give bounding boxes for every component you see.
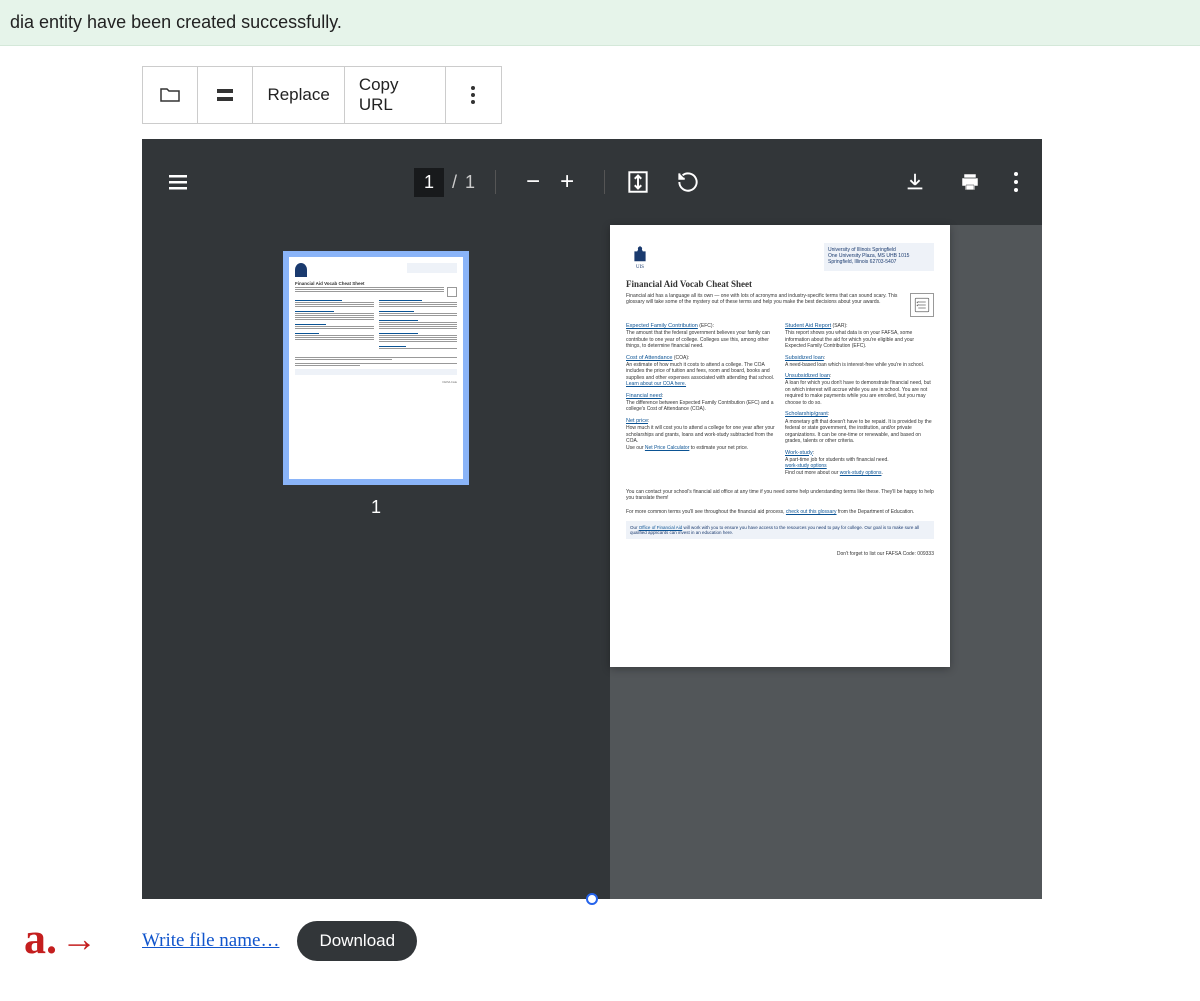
resize-handle[interactable]	[586, 893, 598, 905]
rotate-button[interactable]	[675, 169, 701, 195]
file-name-input[interactable]: Write file name…	[142, 930, 279, 952]
doc-fafsa-code: Don't forget to list our FAFSA Code: 009…	[626, 551, 934, 557]
more-options-button[interactable]	[446, 67, 501, 123]
arrow-icon: →	[61, 918, 97, 960]
zoom-out-button[interactable]: −	[516, 168, 550, 196]
print-icon	[958, 170, 982, 194]
pdf-viewer: 1 / 1 − +	[142, 139, 1042, 899]
zoom-in-button[interactable]: +	[550, 168, 584, 196]
align-button[interactable]	[198, 67, 253, 123]
print-button[interactable]	[958, 170, 982, 194]
thumbnail-panel: Financial Aid Vocab Cheat Sheet	[142, 225, 610, 899]
total-pages: 1	[465, 172, 475, 193]
file-block-icon-button[interactable]	[143, 67, 198, 123]
menu-icon	[166, 170, 190, 194]
doc-address: University of Illinois Springfield One U…	[824, 243, 934, 271]
pdf-more-button[interactable]	[1014, 172, 1018, 192]
status-message: dia entity have been created successfull…	[10, 12, 342, 32]
align-icon	[213, 83, 237, 107]
thumbnail-number: 1	[371, 497, 381, 518]
file-block-footer: a. → Write file name… Download	[142, 921, 1042, 961]
pdf-toolbar: 1 / 1 − +	[142, 139, 1042, 225]
svg-text:UIS: UIS	[636, 265, 644, 270]
sidebar-toggle-button[interactable]	[166, 170, 190, 194]
checklist-icon	[910, 293, 934, 317]
document-page: UIS University of Illinois Springfield O…	[610, 225, 950, 667]
page-indicator: 1 / 1	[414, 168, 475, 197]
more-icon	[1014, 172, 1018, 192]
rotate-icon	[675, 169, 701, 195]
fit-page-button[interactable]	[625, 169, 651, 195]
current-page-input[interactable]: 1	[414, 168, 444, 197]
replace-button[interactable]: Replace	[253, 67, 344, 123]
more-icon	[471, 86, 475, 104]
doc-footer-contact: You can contact your school's financial …	[626, 489, 934, 501]
folder-icon	[158, 83, 182, 107]
uis-logo: UIS	[626, 243, 654, 271]
copy-url-button[interactable]: Copy URL	[345, 67, 446, 123]
annotation-marker: a. →	[24, 913, 97, 964]
download-file-button[interactable]: Download	[297, 921, 417, 961]
doc-title: Financial Aid Vocab Cheat Sheet	[626, 279, 934, 289]
doc-footer-glossary: For more common terms you'll see through…	[626, 509, 934, 515]
fit-icon	[625, 169, 651, 195]
doc-intro: Financial aid has a language all its own…	[626, 293, 904, 317]
block-toolbar: Replace Copy URL	[142, 66, 502, 124]
doc-note: Our Office of Financial Aid will work wi…	[626, 521, 934, 539]
thumbnail-page-1[interactable]: Financial Aid Vocab Cheat Sheet	[283, 251, 469, 485]
download-icon	[904, 171, 926, 193]
status-banner: dia entity have been created successfull…	[0, 0, 1200, 46]
download-button[interactable]	[904, 171, 926, 193]
thumbnail-content: Financial Aid Vocab Cheat Sheet	[289, 257, 463, 479]
main-page-area[interactable]: UIS University of Illinois Springfield O…	[610, 225, 1042, 899]
